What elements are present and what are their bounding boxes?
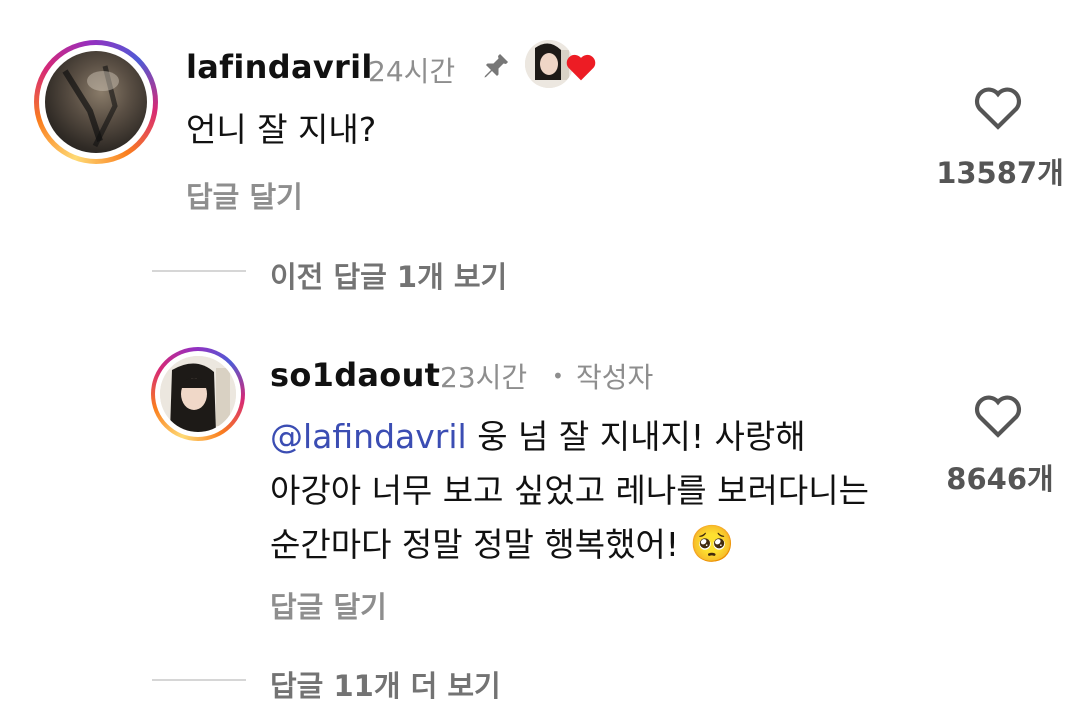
like-count: 13587개 <box>936 156 1064 190</box>
comment-text-line: 아강아 너무 보고 싶었고 레나를 보러다니는 <box>270 471 869 510</box>
comment-text-line: 순간마다 정말 정말 행복했어! <box>270 525 680 564</box>
thread-divider <box>152 270 246 272</box>
author-badge: 작성자 <box>576 361 654 394</box>
pin-icon <box>478 50 512 84</box>
comment-text: @lafindavril 웅 넘 잘 지내지! 사랑해 아강아 너무 보고 싶었… <box>270 410 910 572</box>
comment-username[interactable]: lafindavril <box>186 48 373 86</box>
comment-text: 언니 잘 지내? <box>186 110 377 149</box>
comment-text-line: 웅 넘 잘 지내지! 사랑해 <box>466 417 806 456</box>
reply-button[interactable]: 답글 달기 <box>186 174 303 216</box>
like-button[interactable] <box>972 84 1030 134</box>
creator-like-badge <box>525 40 605 92</box>
comment-time: 23시간 <box>440 361 528 394</box>
thread-divider <box>152 679 246 681</box>
avatar-ring[interactable] <box>34 40 158 164</box>
separator-dot: • <box>552 364 564 388</box>
heart-outline-icon <box>974 87 1022 130</box>
avatar <box>160 356 236 432</box>
mention-link[interactable]: @lafindavril <box>270 417 467 456</box>
comment-time: 24시간 <box>368 55 456 88</box>
view-more-replies-button[interactable]: 답글 11개 더 보기 <box>270 663 501 705</box>
like-button[interactable] <box>972 392 1030 442</box>
heart-outline-icon <box>974 395 1022 438</box>
reply-button[interactable]: 답글 달기 <box>270 584 387 626</box>
like-count: 8646개 <box>946 462 1054 496</box>
view-previous-replies-button[interactable]: 이전 답글 1개 보기 <box>270 254 507 296</box>
avatar-ring[interactable] <box>151 347 245 441</box>
heart-filled-icon <box>565 52 597 86</box>
comment-username[interactable]: so1daout <box>270 356 440 394</box>
avatar <box>45 51 147 153</box>
pleading-face-emoji: 🥺 <box>689 524 735 565</box>
